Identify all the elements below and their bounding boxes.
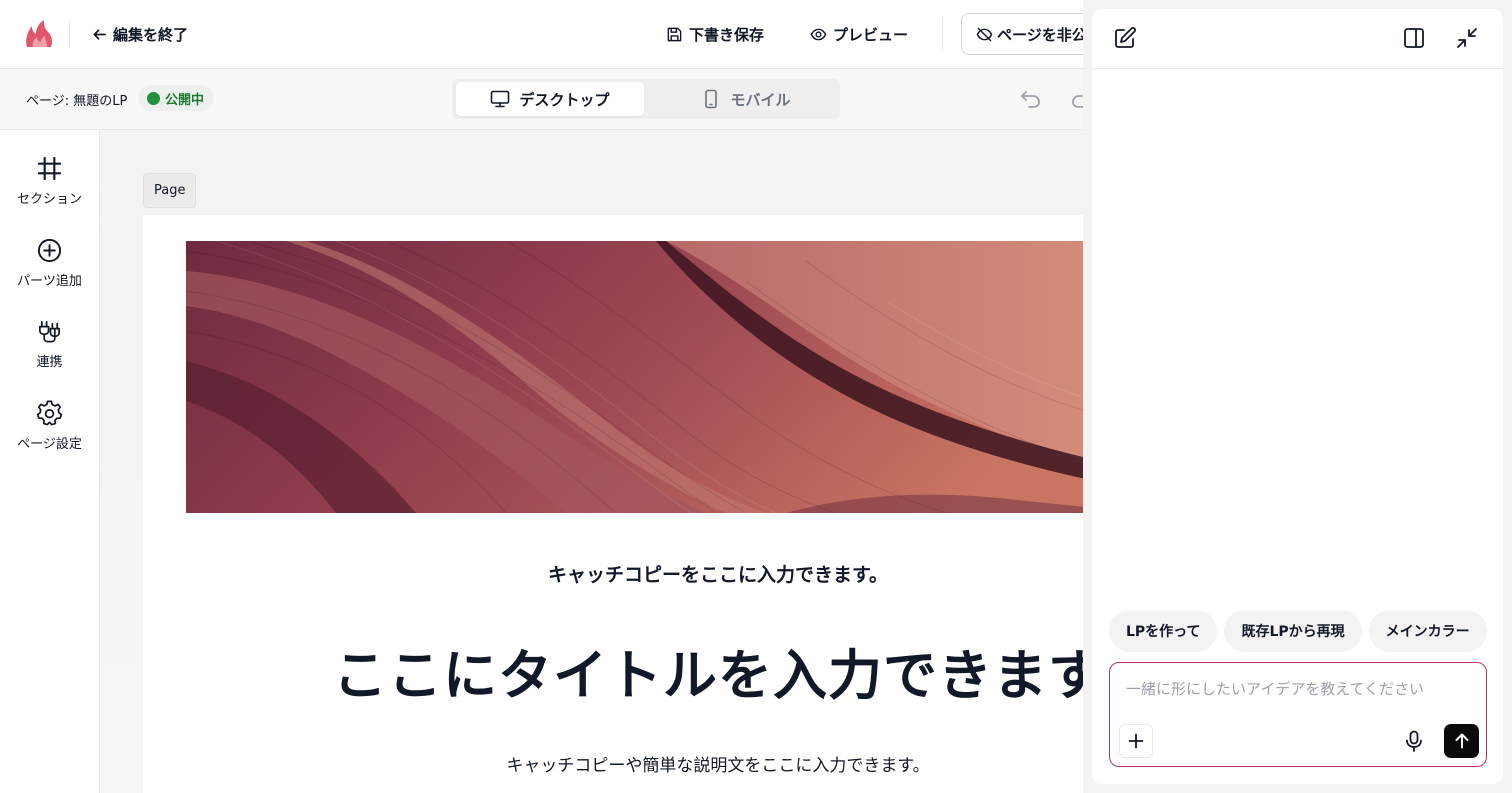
- hash-icon: [37, 156, 62, 181]
- eye-off-icon: [976, 27, 993, 41]
- suggestion-chips: LPを作って 既存LPから再現 メインカラー: [1109, 610, 1487, 654]
- smartphone-icon: [705, 89, 718, 109]
- sidebar-item-label: 連携: [36, 355, 63, 370]
- sidebar-item-add-parts[interactable]: パーツ追加: [0, 237, 99, 301]
- arrow-up-icon: [1455, 733, 1468, 749]
- toolbar-divider: [942, 19, 943, 49]
- plug-icon: [38, 320, 61, 343]
- page-description[interactable]: キャッチコピーや簡単な説明文をここに入力できます。: [143, 751, 1084, 776]
- flame-logo-icon: [26, 20, 53, 47]
- eye-icon: [810, 28, 827, 40]
- exit-edit-label: 編集を終了: [113, 25, 189, 44]
- exit-edit-button[interactable]: 編集を終了: [92, 22, 188, 46]
- chat-header: [1092, 9, 1503, 69]
- status-label: 公開中: [165, 92, 205, 108]
- suggestion-chip[interactable]: メインカラー: [1368, 610, 1487, 652]
- chat-input[interactable]: [1126, 677, 1466, 701]
- preview-button[interactable]: プレビュー: [810, 22, 908, 46]
- save-draft-label: 下書き保存: [689, 25, 765, 44]
- undo-icon[interactable]: [1018, 86, 1044, 112]
- microphone-icon[interactable]: [1401, 728, 1427, 754]
- device-toggle: デスクトップ モバイル: [452, 79, 840, 119]
- status-badge: 公開中: [138, 85, 215, 111]
- sidebar-item-integrations[interactable]: 連携: [0, 318, 99, 382]
- gear-icon: [36, 400, 63, 426]
- send-button[interactable]: [1444, 724, 1479, 758]
- page-title[interactable]: ここにタイトルを入力できます: [143, 631, 1084, 710]
- editor-canvas: Page キャッチコピーをここに入力できます。 ここにタイトルを入力できます キ…: [100, 130, 1084, 793]
- save-icon: [667, 27, 682, 41]
- page-tag[interactable]: Page: [143, 173, 197, 208]
- canyon-image: [186, 241, 1084, 513]
- attach-button[interactable]: [1119, 724, 1153, 758]
- sidebar-item-label: ページ設定: [17, 437, 82, 452]
- device-mobile-label: モバイル: [730, 90, 791, 109]
- edit-icon[interactable]: [1113, 26, 1137, 50]
- minimize-icon[interactable]: [1455, 26, 1479, 50]
- plus-icon: [1128, 733, 1144, 749]
- left-sidebar: セクション パーツ追加 連携 ページ設定: [0, 130, 100, 793]
- sidebar-item-label: パーツ追加: [17, 274, 82, 289]
- save-draft-button[interactable]: 下書き保存: [666, 22, 764, 46]
- sidebar-item-page-settings[interactable]: ページ設定: [0, 400, 99, 464]
- chat-card: LPを作って 既存LPから再現 メインカラー: [1092, 9, 1503, 784]
- preview-label: プレビュー: [833, 25, 909, 44]
- monitor-icon: [491, 90, 510, 108]
- chat-composer: [1109, 662, 1487, 767]
- plus-circle-icon: [37, 238, 62, 263]
- suggestion-chip[interactable]: LPを作って: [1109, 610, 1218, 652]
- device-desktop-label: デスクトップ: [519, 90, 610, 109]
- ai-chat-panel: LPを作って 既存LPから再現 メインカラー: [1083, 0, 1512, 793]
- sidebar-item-label: セクション: [16, 192, 82, 207]
- suggestion-chip[interactable]: 既存LPから再現: [1224, 610, 1362, 652]
- hero-image[interactable]: [186, 241, 1084, 513]
- device-desktop-tab[interactable]: デスクトップ: [456, 82, 644, 116]
- catch-copy[interactable]: キャッチコピーをここに入力できます。: [143, 560, 1084, 587]
- panel-right-icon[interactable]: [1402, 26, 1426, 50]
- logo-divider: [69, 20, 70, 48]
- page-frame[interactable]: キャッチコピーをここに入力できます。 ここにタイトルを入力できます キャッチコピ…: [143, 215, 1084, 793]
- status-dot-icon: [147, 91, 160, 105]
- arrow-left-icon: [93, 28, 106, 40]
- sidebar-item-sections[interactable]: セクション: [0, 155, 99, 219]
- page-name-label: ページ: 無題のLP: [26, 94, 128, 109]
- device-mobile-tab[interactable]: モバイル: [652, 82, 840, 116]
